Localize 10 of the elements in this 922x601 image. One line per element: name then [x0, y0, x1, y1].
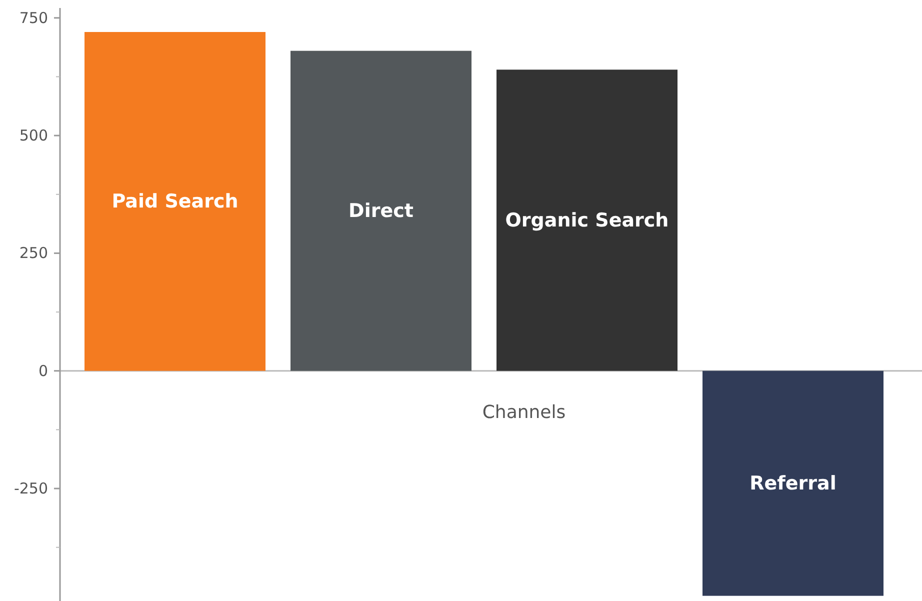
y-tick-label: -250 [14, 480, 48, 498]
bar-label: Referral [750, 472, 836, 494]
bar-label: Organic Search [505, 209, 669, 232]
y-tick-label: 750 [19, 8, 48, 27]
y-tick-label: 250 [19, 244, 48, 262]
bar-label: Direct [348, 200, 414, 222]
x-category-label: Channels [482, 402, 566, 423]
y-tick-label: 0 [38, 362, 48, 380]
bar-label: Paid Search [112, 190, 238, 212]
y-tick-label: 500 [19, 126, 48, 145]
